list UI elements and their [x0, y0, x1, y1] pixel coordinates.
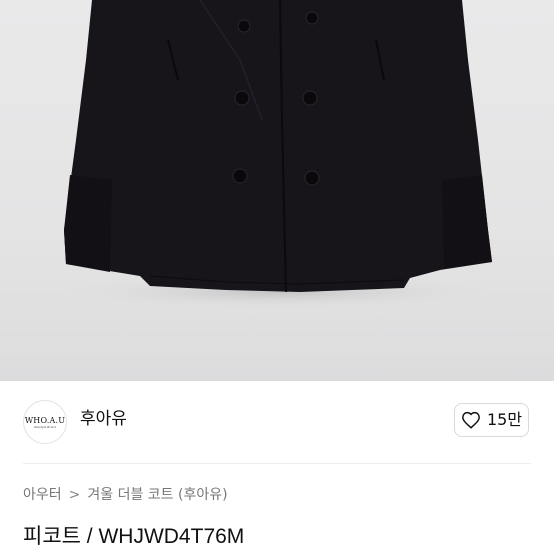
seller-avatar[interactable]: WHO.A.U Lifestyle Brand	[23, 400, 67, 444]
like-button[interactable]: 15만	[454, 403, 529, 437]
coat-illustration	[37, 0, 517, 310]
breadcrumb-category[interactable]: 아우터	[23, 485, 62, 505]
seller-name[interactable]: 후아유	[80, 407, 127, 431]
breadcrumb-separator: >	[68, 487, 81, 503]
product-image[interactable]	[0, 0, 554, 381]
product-title: 피코트 / WHJWD4T76M	[23, 525, 245, 548]
heart-outline-icon	[462, 411, 480, 429]
seller-logo-subtext: Lifestyle Brand	[33, 424, 57, 429]
like-count: 15만	[486, 410, 523, 429]
divider	[23, 463, 531, 464]
seller-logo-text: WHO.A.U	[24, 415, 66, 425]
breadcrumb-subcategory[interactable]: 겨울 더블 코트 (후아유)	[87, 485, 227, 505]
breadcrumb: 아우터 > 겨울 더블 코트 (후아유)	[23, 485, 228, 505]
